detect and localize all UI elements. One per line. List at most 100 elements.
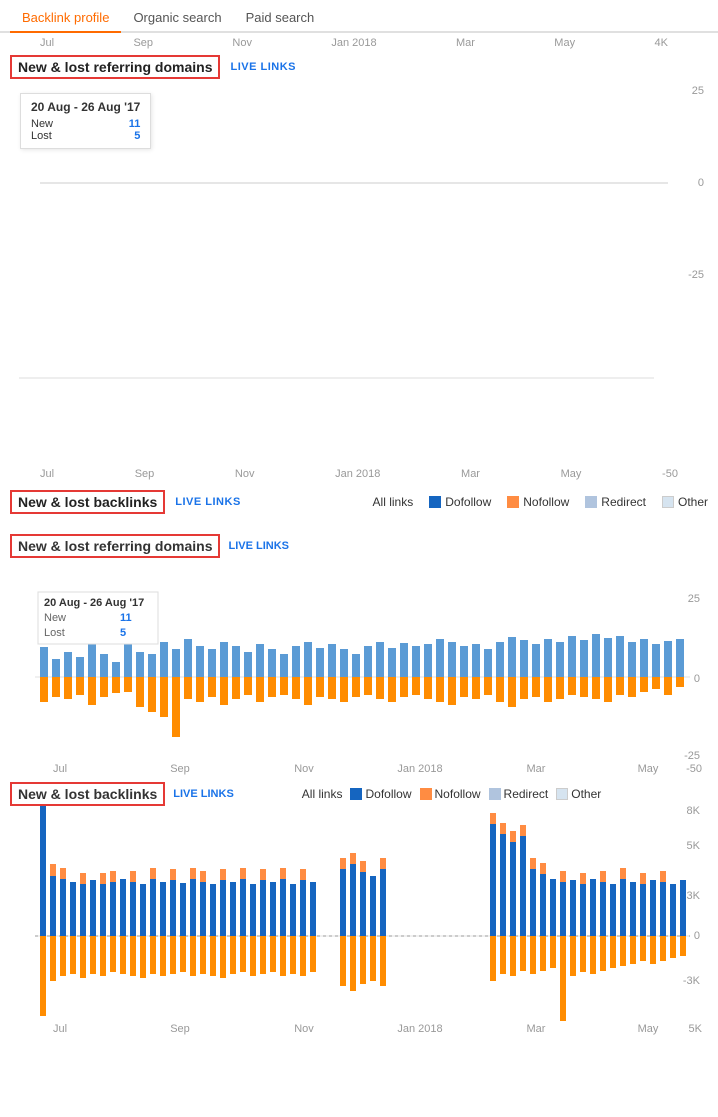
other-swatch — [556, 788, 568, 800]
chart1-full — [10, 293, 708, 466]
svg-text:Sep: Sep — [170, 1023, 190, 1035]
legend-nofollow-label: Nofollow — [523, 495, 569, 509]
svg-text:20 Aug - 26 Aug '17: 20 Aug - 26 Aug '17 — [44, 597, 144, 609]
tab-organic-search[interactable]: Organic search — [121, 4, 233, 31]
chart2-section: New & lost backlinks LIVE LINKS All link… — [0, 484, 718, 524]
legend-dofollow-label: Dofollow — [445, 495, 491, 509]
svg-text:Jan 2018: Jan 2018 — [397, 1023, 442, 1035]
legend-other-label: Other — [678, 495, 708, 509]
tooltip-new-value: 11 — [129, 118, 141, 130]
chart1-overlay-title: New & lost referring domains — [10, 534, 220, 558]
chart2-legend: All links Dofollow Nofollow Redirect Oth… — [373, 495, 708, 509]
dofollow-swatch — [350, 788, 362, 800]
x-label-may: May — [554, 37, 575, 49]
svg-text:New: New — [44, 612, 66, 624]
legend-dofollow-color — [429, 496, 441, 508]
chart1-wrapper: 20 Aug - 26 Aug '17 New 11 Lost 5 — [10, 83, 708, 283]
chart1-live-links-badge[interactable]: LIVE LINKS — [230, 61, 296, 73]
svg-text:5K: 5K — [689, 1023, 703, 1035]
legend-item-redirect: Redirect — [489, 787, 549, 801]
chart2-live-links-badge[interactable]: LIVE LINKS — [175, 496, 241, 508]
svg-text:25: 25 — [688, 593, 700, 605]
other-text: Other — [571, 787, 601, 801]
tooltip-lost-value: 5 — [134, 130, 140, 142]
tooltip-new-row: New 11 — [31, 118, 140, 130]
legend-all-links: All links — [373, 495, 414, 509]
svg-text:Jul: Jul — [53, 1023, 67, 1035]
x-axis-mid: Jul Sep Nov Jan 2018 Mar May -50 — [0, 466, 718, 480]
svg-text:3K: 3K — [687, 890, 701, 902]
redirect-text: Redirect — [504, 787, 549, 801]
charts-container: 25 0 -25 — [0, 524, 718, 1117]
chart1-y-axis: 25 0 -25 — [670, 83, 708, 283]
legend-redirect-label: Redirect — [601, 495, 646, 509]
tooltip-date: 20 Aug - 26 Aug '17 — [31, 100, 140, 114]
x-label-jan: Jan 2018 — [331, 37, 376, 49]
legend-other-color — [662, 496, 674, 508]
y-label-25: 25 — [692, 85, 704, 97]
chart1-title: New & lost referring domains — [10, 55, 220, 79]
tooltip-lost-row: Lost 5 — [31, 130, 140, 142]
legend-item-dofollow: Dofollow — [350, 787, 411, 801]
svg-text:Nov: Nov — [294, 763, 314, 775]
nofollow-text: Nofollow — [435, 787, 481, 801]
legend-dofollow: Dofollow — [429, 495, 491, 509]
chart1-header: New & lost referring domains LIVE LINKS — [10, 55, 708, 79]
charts-svg: 25 0 -25 — [0, 524, 718, 1114]
chart2-overlay-header: New & lost backlinks LIVE LINKS All link… — [10, 782, 601, 806]
legend-nofollow-color — [507, 496, 519, 508]
chart2-header: New & lost backlinks LIVE LINKS All link… — [10, 490, 708, 514]
y-label-0: 0 — [698, 177, 704, 189]
svg-text:5: 5 — [120, 627, 126, 639]
svg-text:Lost: Lost — [44, 627, 65, 639]
tab-backlink-profile[interactable]: Backlink profile — [10, 4, 121, 33]
chart1-overlay-badge[interactable]: LIVE LINKS — [228, 540, 289, 552]
legend-item-nofollow: Nofollow — [420, 787, 481, 801]
svg-text:-50: -50 — [686, 763, 702, 775]
svg-text:Sep: Sep — [170, 763, 190, 775]
x-label-mar: Mar — [456, 37, 475, 49]
svg-text:0: 0 — [694, 930, 700, 942]
svg-text:5K: 5K — [687, 840, 701, 852]
chart2-overlay-badge[interactable]: LIVE LINKS — [173, 788, 234, 800]
svg-text:Nov: Nov — [294, 1023, 314, 1035]
chart2-bar-group — [40, 786, 686, 1021]
svg-text:Mar: Mar — [527, 1023, 546, 1035]
chart1-main-svg — [10, 293, 708, 463]
legend-item-other: Other — [556, 787, 601, 801]
chart1-overlay-header: New & lost referring domains LIVE LINKS — [10, 534, 289, 558]
tooltip-new-label: New — [31, 118, 53, 130]
redirect-swatch — [489, 788, 501, 800]
svg-text:0: 0 — [694, 673, 700, 685]
x-label-jul: Jul — [40, 37, 54, 49]
legend-redirect-color — [585, 496, 597, 508]
svg-text:Mar: Mar — [527, 763, 546, 775]
x-label-nov: Nov — [232, 37, 252, 49]
legend-all-links-label: All links — [302, 787, 343, 801]
x-axis-top: Jul Sep Nov Jan 2018 Mar May 4K — [0, 33, 718, 49]
tab-paid-search[interactable]: Paid search — [234, 4, 327, 31]
svg-text:May: May — [638, 763, 659, 775]
x-label-sep: Sep — [133, 37, 153, 49]
svg-text:May: May — [638, 1023, 659, 1035]
chart1-tooltip: 20 Aug - 26 Aug '17 New 11 Lost 5 — [20, 93, 151, 149]
chart2-title: New & lost backlinks — [10, 490, 165, 514]
svg-text:Jan 2018: Jan 2018 — [397, 763, 442, 775]
chart1-section: New & lost referring domains LIVE LINKS … — [0, 49, 718, 293]
tab-bar: Backlink profile Organic search Paid sea… — [0, 0, 718, 33]
dofollow-text: Dofollow — [365, 787, 411, 801]
svg-text:-25: -25 — [684, 750, 700, 762]
x-label-4k: 4K — [654, 37, 667, 49]
chart1-bar-group — [40, 634, 684, 737]
svg-text:11: 11 — [120, 612, 132, 624]
chart2-overlay-title: New & lost backlinks — [10, 782, 165, 806]
svg-text:8K: 8K — [687, 805, 701, 817]
legend-redirect: Redirect — [585, 495, 646, 509]
svg-text:-3K: -3K — [683, 975, 701, 987]
legend-nofollow: Nofollow — [507, 495, 569, 509]
tooltip-lost-label: Lost — [31, 130, 52, 142]
nofollow-swatch — [420, 788, 432, 800]
legend-other: Other — [662, 495, 708, 509]
y-label-neg25: -25 — [688, 269, 704, 281]
svg-text:Jul: Jul — [53, 763, 67, 775]
